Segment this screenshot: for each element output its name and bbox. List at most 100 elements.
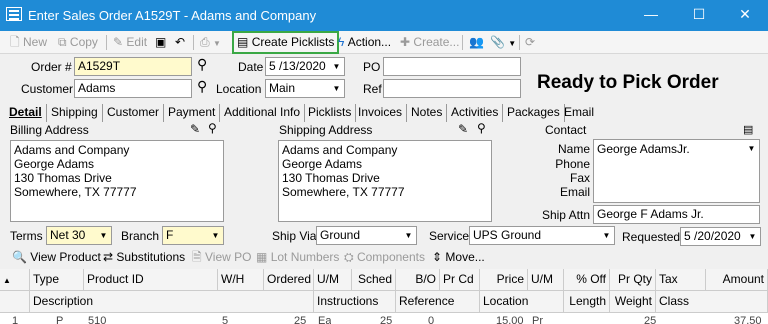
action-button[interactable]: ϟ Action... — [338, 33, 391, 52]
column-header-length[interactable]: Length — [564, 291, 610, 313]
requested-date-field[interactable]: 5 /20/2020 ▼ — [680, 227, 761, 246]
tab-packages[interactable]: Packages — [503, 104, 565, 122]
contact-box[interactable]: George AdamsJr. ▼ — [593, 139, 760, 203]
chevron-down-icon[interactable]: ▼ — [745, 141, 758, 156]
refresh-icon: ⟳ — [525, 35, 536, 49]
plus-icon: ✚ — [400, 35, 411, 49]
row-um[interactable]: Ea — [318, 316, 331, 324]
chevron-down-icon[interactable]: ▼ — [330, 59, 343, 74]
column-header-backorder[interactable]: B/O — [396, 269, 440, 291]
copy-button[interactable]: ⧉ Copy — [58, 33, 98, 52]
row-product-id[interactable]: 510 — [88, 316, 106, 324]
move-button[interactable]: ⇕ Move... — [432, 248, 485, 267]
column-header-type[interactable]: Type — [30, 269, 84, 291]
map-pin-icon[interactable]: ⚲ — [477, 121, 486, 135]
tab-detail[interactable]: Detail — [5, 104, 47, 122]
service-select[interactable]: UPS Ground ▼ — [469, 226, 615, 245]
map-pin-icon[interactable]: ⚲ — [208, 121, 217, 135]
save-button[interactable]: ▣ — [155, 33, 166, 52]
column-header-tax[interactable]: Tax — [656, 269, 706, 291]
column-header-sched[interactable]: Sched — [352, 269, 396, 291]
billing-address-box[interactable]: Adams and Company George Adams 130 Thoma… — [10, 140, 224, 222]
tab-picklists[interactable]: Picklists — [304, 104, 357, 122]
ship-attn-field[interactable]: George F Adams Jr. — [593, 205, 760, 224]
undo-button[interactable]: ↶ — [175, 33, 185, 52]
column-header-description[interactable]: Description — [30, 291, 314, 313]
pencil-icon[interactable]: ✎ — [190, 122, 200, 136]
column-header-warehouse[interactable]: W/H — [218, 269, 264, 291]
tab-invoices[interactable]: Invoices — [354, 104, 408, 122]
print-button[interactable]: ⎙ ▼ — [200, 33, 221, 52]
new-document-icon: 🗋 — [10, 35, 20, 49]
new-button[interactable]: 🗋 New — [10, 33, 47, 52]
row-backorder[interactable]: 0 — [428, 316, 434, 324]
column-header-ordered[interactable]: Ordered — [264, 269, 314, 291]
chevron-down-icon[interactable]: ▼ — [330, 81, 343, 96]
column-header-percent-off[interactable]: % Off — [564, 269, 610, 291]
date-field[interactable]: 5 /13/2020 ▼ — [265, 57, 345, 76]
view-po-button[interactable]: 🗎 View PO — [192, 248, 251, 267]
lightning-icon: ϟ — [338, 35, 345, 49]
column-header-location[interactable]: Location — [480, 291, 564, 313]
column-header-reference[interactable]: Reference — [396, 291, 480, 313]
row-amount[interactable]: 37.50 — [734, 316, 762, 324]
tab-activities[interactable]: Activities — [447, 104, 504, 122]
minimize-button[interactable]: — — [628, 0, 674, 31]
ship-via-select[interactable]: Ground ▼ — [316, 226, 417, 245]
view-product-button[interactable]: 🔍 View Product — [12, 248, 101, 267]
components-button[interactable]: ⛭ Components — [344, 248, 425, 267]
customer-field[interactable]: Adams — [74, 79, 192, 98]
row-warehouse[interactable]: 5 — [222, 316, 228, 324]
terms-select[interactable]: Net 30 ▼ — [46, 226, 112, 245]
chevron-down-icon[interactable]: ▼ — [402, 228, 415, 243]
search-icon[interactable]: ⚲ — [197, 56, 207, 73]
close-button[interactable]: ✕ — [722, 0, 768, 31]
branch-select[interactable]: F ▼ — [162, 226, 224, 245]
refresh-button[interactable]: ⟳ — [525, 33, 535, 52]
row-price-um[interactable]: Pr — [532, 316, 543, 324]
column-header-price-um[interactable]: U/M — [528, 269, 564, 291]
edit-button[interactable]: ✎ Edit — [113, 33, 147, 52]
attach-button[interactable]: 📎 ▼ — [490, 33, 516, 52]
column-header-price-code[interactable]: Pr Cd — [440, 269, 480, 291]
row-price-qty[interactable]: 25 — [644, 316, 656, 324]
tab-email[interactable]: Email — [560, 104, 598, 122]
po-field[interactable] — [383, 57, 521, 76]
row-type[interactable]: P — [56, 316, 63, 324]
grid-row-header-blank — [0, 291, 30, 313]
contacts-button[interactable]: 👥 — [469, 33, 484, 52]
create-picklists-button[interactable]: ▤ Create Picklists — [232, 31, 340, 54]
tab-notes[interactable]: Notes — [407, 104, 448, 122]
column-header-class[interactable]: Class — [656, 291, 768, 313]
row-sched[interactable]: 25 — [380, 316, 392, 324]
substitutions-button[interactable]: ⇄ Substitutions — [103, 248, 185, 267]
column-header-product-id[interactable]: Product ID — [84, 269, 218, 291]
column-header-amount[interactable]: Amount — [706, 269, 768, 291]
chevron-down-icon[interactable]: ▼ — [209, 228, 222, 243]
chevron-down-icon[interactable]: ▼ — [746, 229, 759, 244]
column-header-um[interactable]: U/M — [314, 269, 352, 291]
ref-field[interactable] — [383, 79, 521, 98]
order-label: Order # — [31, 60, 72, 74]
tab-shipping[interactable]: Shipping — [47, 104, 103, 122]
notes-icon[interactable]: ▤ — [743, 123, 753, 136]
row-ordered[interactable]: 25 — [294, 316, 306, 324]
pencil-icon[interactable]: ✎ — [458, 122, 468, 136]
location-select[interactable]: Main ▼ — [265, 79, 345, 98]
lot-numbers-button[interactable]: ▦ Lot Numbers — [256, 248, 339, 267]
shipping-address-box[interactable]: Adams and Company George Adams 130 Thoma… — [278, 140, 492, 222]
row-price[interactable]: 15.00 — [496, 316, 524, 324]
maximize-button[interactable]: ☐ — [676, 0, 722, 31]
chevron-down-icon[interactable]: ▼ — [600, 228, 613, 243]
tab-payment[interactable]: Payment — [164, 104, 221, 122]
tab-additional-info[interactable]: Additional Info — [220, 104, 306, 122]
column-header-price-qty[interactable]: Pr Qty — [610, 269, 656, 291]
order-number-field[interactable]: A1529T — [74, 57, 192, 76]
column-header-instructions[interactable]: Instructions — [314, 291, 396, 313]
chevron-down-icon[interactable]: ▼ — [97, 228, 110, 243]
column-header-price[interactable]: Price — [480, 269, 528, 291]
column-header-weight[interactable]: Weight — [610, 291, 656, 313]
create-button[interactable]: ✚ Create... — [400, 33, 459, 52]
tab-customer[interactable]: Customer — [103, 104, 165, 122]
search-icon[interactable]: ⚲ — [197, 78, 207, 95]
